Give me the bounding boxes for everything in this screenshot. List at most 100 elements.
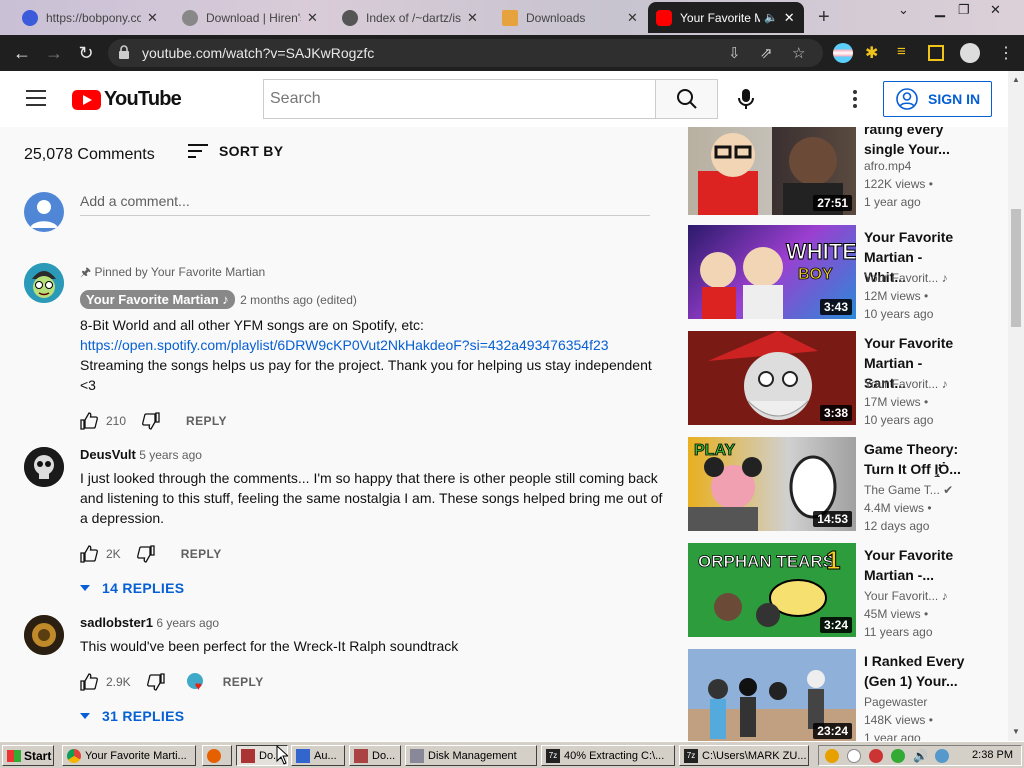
close-icon[interactable]: ✕	[627, 10, 638, 26]
recommended-video[interactable]: WHITE BOY 3:43 Your Favorite Martian - Wh…	[688, 225, 988, 321]
channel-name[interactable]: Your Favorit... ♪	[864, 271, 974, 285]
channel-name[interactable]: Your Favorit... ♪	[864, 377, 974, 391]
minimize-icon[interactable]: ▁	[935, 2, 945, 18]
video-title[interactable]: Your Favorite Martian -...	[864, 545, 968, 585]
settings-kebab-icon[interactable]	[850, 90, 860, 110]
reload-icon[interactable]: ↻	[74, 41, 98, 65]
recommended-video[interactable]: PLAY 14:53 Game Theory: Turn It Off I̧̨̛…	[688, 437, 988, 533]
like-icon[interactable]	[80, 545, 98, 563]
spotify-link[interactable]: https://open.spotify.com/playlist/6DRW9c…	[80, 337, 609, 353]
recommended-video[interactable]: 23:24 I Ranked Every (Gen 1) Your... Pag…	[688, 649, 988, 741]
volume-icon[interactable]: 🔊	[913, 749, 928, 763]
browser-menu-icon[interactable]: ⋮	[998, 43, 1018, 63]
tray-icon[interactable]	[891, 749, 905, 763]
recommended-video[interactable]: 3:38 Your Favorite Martian - Sant... You…	[688, 331, 988, 427]
scroll-up-icon[interactable]: ▲	[1012, 75, 1020, 84]
tab-search-icon[interactable]: ⌄	[898, 2, 909, 18]
close-icon[interactable]: ✕	[147, 10, 158, 26]
search-box[interactable]	[263, 79, 656, 119]
puzzle-icon[interactable]: ✱	[865, 43, 885, 63]
sort-by-button[interactable]: SORT BY	[188, 143, 283, 159]
video-title[interactable]: I Ranked Every (Gen 1) Your...	[864, 651, 968, 691]
microphone-icon[interactable]	[736, 88, 756, 110]
video-thumbnail[interactable]: 27:51	[688, 127, 856, 215]
side-panel-icon[interactable]	[928, 45, 944, 61]
share-icon[interactable]: ⇗	[760, 44, 773, 62]
video-thumbnail[interactable]: ORPHAN TEARS 1 3:24	[688, 543, 856, 637]
video-title[interactable]: Game Theory: Turn It Off I̧̨̛Ȯ...	[864, 439, 968, 479]
author-name[interactable]: sadlobster1	[80, 615, 153, 630]
like-icon[interactable]	[80, 412, 98, 430]
video-thumbnail[interactable]: 23:24	[688, 649, 856, 741]
view-replies-button[interactable]: 14 REPLIES	[80, 580, 664, 596]
author-name[interactable]: Your Favorite Martian ♪	[80, 290, 235, 309]
profile-avatar-icon[interactable]	[960, 43, 980, 63]
address-bar[interactable]: youtube.com/watch?v=SAJKwRogzfc ⇩ ⇗ ☆	[108, 39, 823, 67]
bookmark-star-icon[interactable]: ☆	[792, 44, 805, 62]
comment-time[interactable]: 2 months ago (edited)	[240, 293, 357, 307]
close-icon[interactable]: ✕	[467, 10, 478, 26]
back-arrow-icon[interactable]: ←	[10, 41, 34, 65]
channel-name[interactable]: Your Favorit... ♪	[864, 589, 974, 603]
taskbar-button[interactable]	[202, 745, 232, 766]
page-scrollbar[interactable]: ▲ ▼	[1008, 71, 1024, 741]
avatar[interactable]	[24, 615, 64, 655]
browser-tab-3[interactable]: Index of /~dartz/is ✕	[334, 2, 494, 33]
maximize-icon[interactable]: ❐	[958, 2, 970, 18]
video-thumbnail[interactable]: 3:38	[688, 331, 856, 425]
tray-icon[interactable]	[847, 749, 861, 763]
recommended-video[interactable]: 27:51 rating every single Your... afro.m…	[688, 127, 988, 215]
reply-button[interactable]: REPLY	[181, 547, 222, 561]
close-icon[interactable]: ✕	[307, 10, 318, 26]
start-button[interactable]: Start	[2, 745, 54, 766]
avatar[interactable]	[24, 447, 64, 487]
comment-time[interactable]: 6 years ago	[156, 616, 219, 630]
avatar[interactable]	[24, 263, 64, 303]
taskbar-button[interactable]: 7z 40% Extracting C:\...	[541, 745, 675, 766]
author-name[interactable]: DeusVult	[80, 447, 136, 462]
video-title[interactable]: rating every single Your...	[864, 127, 968, 159]
tray-icon[interactable]	[869, 749, 883, 763]
taskbar-button[interactable]: 7z C:\Users\MARK ZU...	[679, 745, 809, 766]
taskbar-button[interactable]: Au...	[291, 745, 345, 766]
reply-button[interactable]: REPLY	[223, 675, 264, 689]
audio-icon[interactable]: 🔈	[764, 11, 778, 24]
taskbar-button[interactable]: Disk Management	[405, 745, 537, 766]
scrollbar-thumb[interactable]	[1011, 209, 1021, 327]
search-tray-icon[interactable]	[825, 749, 839, 763]
like-icon[interactable]	[80, 673, 98, 691]
taskbar-button[interactable]: Your Favorite Marti...	[62, 745, 196, 766]
dislike-icon[interactable]	[136, 545, 155, 563]
add-comment-input[interactable]: Add a comment...	[80, 193, 650, 216]
reply-button[interactable]: REPLY	[186, 414, 227, 428]
video-thumbnail[interactable]: PLAY 14:53	[688, 437, 856, 531]
dislike-icon[interactable]	[146, 673, 165, 691]
forward-arrow-icon[interactable]: →	[42, 41, 66, 65]
scroll-down-icon[interactable]: ▼	[1012, 727, 1020, 736]
channel-name[interactable]: Pagewaster	[864, 695, 974, 709]
browser-tab-5[interactable]: Your Favorite M 🔈 ✕	[648, 2, 804, 33]
install-app-icon[interactable]: ⇩	[728, 44, 741, 62]
recommended-video[interactable]: ORPHAN TEARS 1 3:24 Your Favorite Martian…	[688, 543, 988, 639]
search-button[interactable]	[655, 79, 718, 119]
network-icon[interactable]	[935, 749, 949, 763]
comment-time[interactable]: 5 years ago	[139, 448, 202, 462]
youtube-logo[interactable]: YouTube	[72, 88, 182, 111]
sign-in-button[interactable]: SIGN IN	[883, 81, 992, 117]
browser-tab-2[interactable]: Download | Hiren's ✕	[174, 2, 334, 33]
hamburger-menu-icon[interactable]	[26, 90, 46, 106]
window-close-icon[interactable]: ✕	[990, 2, 1001, 18]
browser-tab-4[interactable]: Downloads ✕	[494, 2, 648, 33]
media-queue-icon[interactable]: ≡	[897, 43, 917, 63]
search-input[interactable]	[264, 80, 655, 118]
video-thumbnail[interactable]: WHITE BOY 3:43	[688, 225, 856, 319]
extension-flag-icon[interactable]	[833, 43, 853, 63]
dislike-icon[interactable]	[142, 412, 160, 430]
channel-name[interactable]: afro.mp4	[864, 159, 974, 173]
taskbar-button[interactable]: Do...	[349, 745, 401, 766]
view-replies-button[interactable]: 31 REPLIES	[80, 708, 664, 724]
clock[interactable]: 2:38 PM	[972, 749, 1013, 761]
close-icon[interactable]: ✕	[784, 10, 795, 26]
new-tab-button[interactable]: +	[818, 6, 830, 29]
channel-name[interactable]: The Game T... ✔	[864, 483, 974, 497]
